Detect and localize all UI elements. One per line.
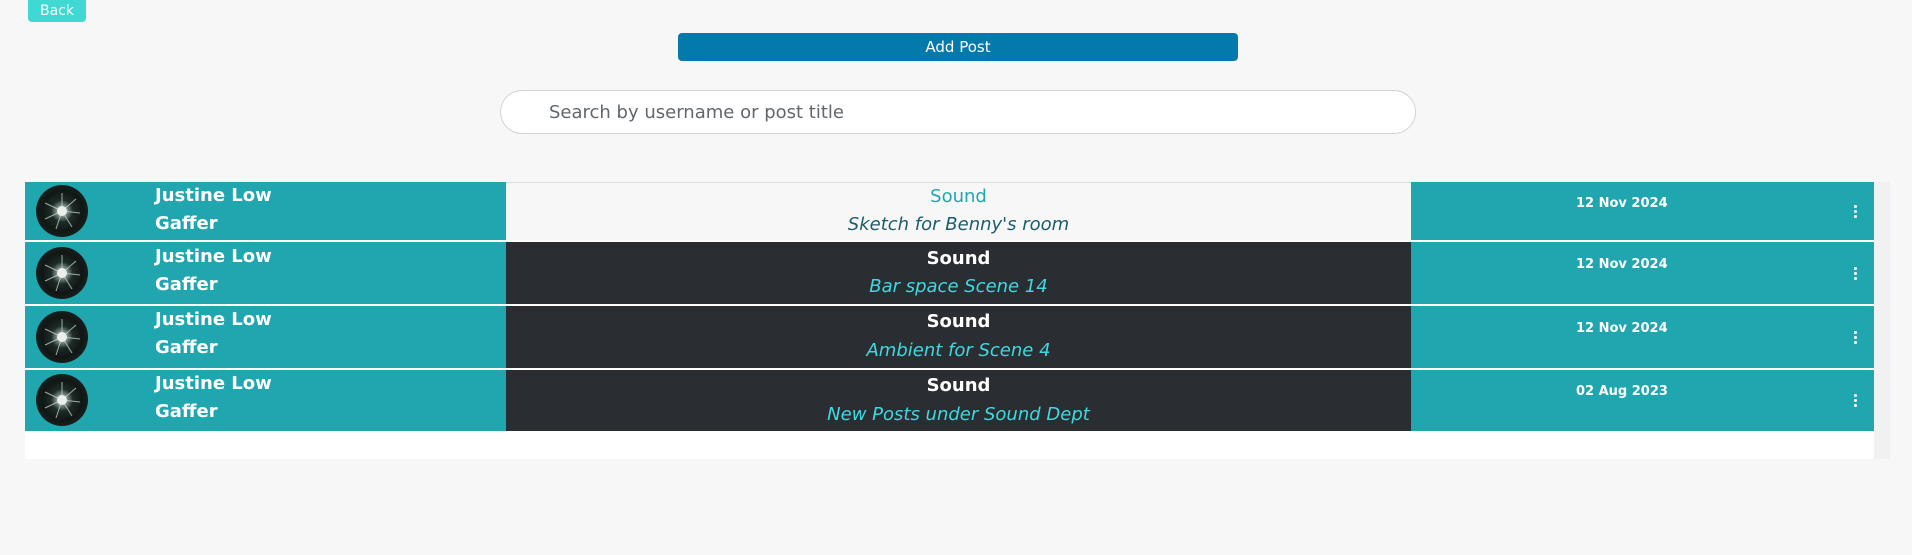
post-list: Justine Low Gaffer Sound Sketch for Benn… bbox=[25, 182, 1890, 459]
avatar-image bbox=[44, 382, 81, 419]
author-role: Gaffer bbox=[155, 401, 218, 422]
avatar-image bbox=[44, 193, 81, 230]
kebab-menu-icon[interactable] bbox=[1851, 393, 1861, 409]
post-date-cell: 02 Aug 2023 bbox=[1411, 370, 1890, 431]
post-author-cell: Justine Low Gaffer bbox=[25, 370, 506, 431]
author-role: Gaffer bbox=[155, 337, 218, 358]
kebab-menu-icon[interactable] bbox=[1851, 204, 1861, 220]
search-input[interactable] bbox=[549, 91, 1399, 133]
post-date: 02 Aug 2023 bbox=[1576, 384, 1668, 399]
post-row[interactable]: Justine Low Gaffer Sound Ambient for Sce… bbox=[25, 306, 1890, 368]
post-row[interactable]: Justine Low Gaffer Sound Bar space Scene… bbox=[25, 242, 1890, 304]
post-title[interactable]: Sketch for Benny's room bbox=[506, 214, 1411, 235]
author-name: Justine Low bbox=[155, 373, 272, 394]
post-date-cell: 12 Nov 2024 bbox=[1411, 242, 1890, 304]
avatar-image bbox=[44, 255, 81, 292]
author-role: Gaffer bbox=[155, 213, 218, 234]
avatar[interactable] bbox=[36, 374, 88, 426]
post-row[interactable]: Justine Low Gaffer Sound New Posts under… bbox=[25, 370, 1890, 431]
post-content-cell[interactable]: Sound Ambient for Scene 4 bbox=[506, 306, 1411, 368]
add-post-button[interactable]: Add Post bbox=[678, 33, 1238, 61]
post-author-cell: Justine Low Gaffer bbox=[25, 306, 506, 368]
post-content-cell[interactable]: Sound Sketch for Benny's room bbox=[506, 182, 1411, 240]
avatar[interactable] bbox=[36, 185, 88, 237]
avatar[interactable] bbox=[36, 247, 88, 299]
post-department: Sound bbox=[926, 311, 991, 332]
post-row[interactable]: Justine Low Gaffer Sound Sketch for Benn… bbox=[25, 182, 1890, 240]
post-content-cell[interactable]: Sound Bar space Scene 14 bbox=[506, 242, 1411, 304]
back-button[interactable]: Back bbox=[28, 0, 86, 22]
author-name: Justine Low bbox=[155, 309, 272, 330]
post-date: 12 Nov 2024 bbox=[1576, 196, 1668, 211]
post-date-cell: 12 Nov 2024 bbox=[1411, 306, 1890, 368]
kebab-menu-icon[interactable] bbox=[1851, 266, 1861, 282]
author-name: Justine Low bbox=[155, 246, 272, 267]
post-title[interactable]: New Posts under Sound Dept bbox=[506, 404, 1411, 425]
post-author-cell: Justine Low Gaffer bbox=[25, 242, 506, 304]
author-name: Justine Low bbox=[155, 185, 272, 206]
post-date-cell: 12 Nov 2024 bbox=[1411, 182, 1890, 240]
avatar-image bbox=[44, 319, 81, 356]
search-bar[interactable] bbox=[500, 90, 1416, 134]
post-date: 12 Nov 2024 bbox=[1576, 321, 1668, 336]
avatar[interactable] bbox=[36, 311, 88, 363]
post-content-cell[interactable]: Sound New Posts under Sound Dept bbox=[506, 370, 1411, 431]
post-title[interactable]: Ambient for Scene 4 bbox=[506, 340, 1411, 361]
post-title[interactable]: Bar space Scene 14 bbox=[506, 276, 1411, 297]
list-scrollbar[interactable] bbox=[1874, 182, 1890, 459]
post-author-cell: Justine Low Gaffer bbox=[25, 182, 506, 240]
post-date: 12 Nov 2024 bbox=[1576, 257, 1668, 272]
kebab-menu-icon[interactable] bbox=[1851, 330, 1861, 346]
post-department: Sound bbox=[926, 248, 991, 269]
author-role: Gaffer bbox=[155, 274, 218, 295]
post-department: Sound bbox=[930, 186, 987, 207]
post-department: Sound bbox=[926, 375, 991, 396]
